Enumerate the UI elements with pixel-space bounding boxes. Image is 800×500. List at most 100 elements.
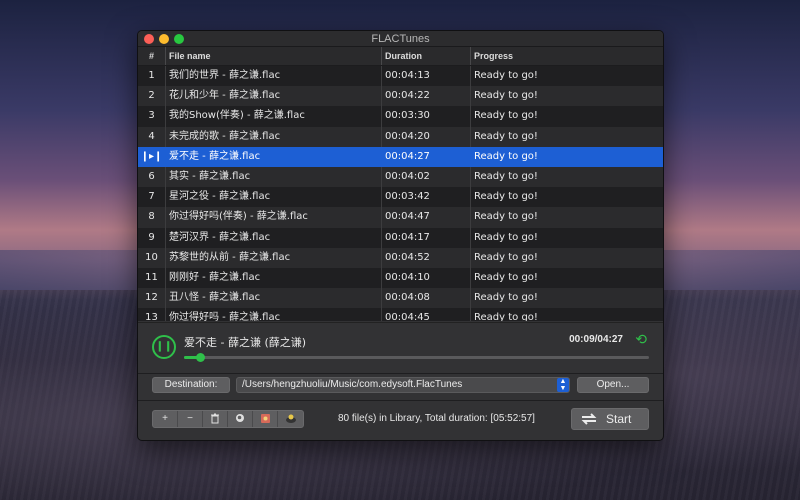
row-number: 1: [148, 70, 155, 81]
row-number: 8: [148, 211, 155, 223]
column-header-number[interactable]: #: [138, 47, 165, 65]
row-progress: Ready to go!: [470, 308, 663, 321]
add-button[interactable]: +: [153, 411, 178, 427]
table-header: # File name Duration Progress: [138, 47, 663, 66]
row-number: 13: [145, 312, 158, 321]
row-file-name: 爱不走 - 薛之谦.flac: [165, 146, 381, 167]
table-row[interactable]: 2 花儿和少年 - 薛之谦.flac 00:04:22 Ready to go!: [138, 86, 663, 107]
row-file-name: 星河之役 - 薛之谦.flac: [165, 187, 381, 208]
row-number: ❙▸❙: [140, 150, 163, 162]
table-row[interactable]: 6 其实 - 薛之谦.flac 00:04:02 Ready to go!: [138, 166, 663, 188]
bottom-toolbar: + − 80 file(s) in Library, Total duratio…: [138, 405, 663, 433]
row-duration: 00:04:27: [381, 146, 470, 167]
row-duration: 00:04:13: [381, 66, 470, 87]
row-file-name: 其实 - 薛之谦.flac: [165, 166, 381, 188]
row-duration: 00:04:02: [381, 166, 470, 188]
remove-button[interactable]: −: [178, 411, 203, 427]
row-duration: 00:04:47: [381, 207, 470, 228]
row-file-name: 苏黎世的从前 - 薛之谦.flac: [165, 247, 381, 268]
library-tool-group: + −: [152, 410, 304, 428]
row-duration: 00:04:20: [381, 126, 470, 147]
table-row[interactable]: ❙▸❙ 爱不走 - 薛之谦.flac 00:04:27 Ready to go!: [138, 146, 663, 167]
table-row[interactable]: 9 楚河汉界 - 薛之谦.flac 00:04:17 Ready to go!: [138, 227, 663, 248]
column-header-file-name[interactable]: File name: [165, 47, 381, 65]
row-file-name: 花儿和少年 - 薛之谦.flac: [165, 86, 381, 107]
app-window: FLACTunes # File name Duration Progress …: [137, 30, 664, 441]
row-file-name: 我的Show(伴奏) - 薛之谦.flac: [165, 106, 381, 127]
row-duration: 00:04:22: [381, 86, 470, 107]
destination-path-select[interactable]: /Users/hengzhuoliu/Music/com.edysoft.Fla…: [236, 377, 570, 393]
row-duration: 00:04:10: [381, 267, 470, 289]
library-info: 80 file(s) in Library, Total duration: […: [338, 413, 535, 424]
row-number: 9: [148, 231, 155, 243]
row-duration: 00:04:52: [381, 247, 470, 268]
table-row[interactable]: 3 我的Show(伴奏) - 薛之谦.flac 00:03:30 Ready to g…: [138, 106, 663, 127]
row-progress: Ready to go!: [470, 86, 663, 107]
row-progress: Ready to go!: [470, 106, 663, 127]
row-file-name: 楚河汉界 - 薛之谦.flac: [165, 227, 381, 248]
table-row[interactable]: 1 我们的世界 - 薛之谦.flac 00:04:13 Ready to go!: [138, 66, 663, 87]
title-bar: FLACTunes: [138, 31, 663, 47]
table-row[interactable]: 4 未完成的歌 - 薛之谦.flac 00:04:20 Ready to go!: [138, 126, 663, 147]
row-progress: Ready to go!: [470, 267, 663, 289]
repeat-icon[interactable]: ⟲: [635, 331, 647, 348]
playback-progress-slider[interactable]: [184, 353, 649, 362]
table-row[interactable]: 13 你过得好吗 - 薛之谦.flac 00:04:45 Ready to go!: [138, 308, 663, 321]
row-number: 7: [148, 191, 155, 203]
row-progress: Ready to go!: [470, 126, 663, 147]
row-progress: Ready to go!: [470, 227, 663, 248]
row-duration: 00:04:08: [381, 288, 470, 309]
file-table[interactable]: 1 我们的世界 - 薛之谦.flac 00:04:13 Ready to go! 2 花儿…: [138, 66, 663, 321]
row-number: 4: [148, 130, 155, 142]
row-progress: Ready to go!: [470, 288, 663, 309]
start-label: Start: [606, 412, 632, 426]
row-number: 2: [148, 90, 155, 102]
row-duration: 00:04:45: [381, 308, 470, 321]
table-row[interactable]: 12 丑八怪 - 薛之谦.flac 00:04:08 Ready to go!: [138, 288, 663, 309]
start-button[interactable]: Start: [571, 408, 649, 430]
row-number: 11: [145, 271, 158, 283]
divider: [138, 373, 663, 374]
row-file-name: 我们的世界 - 薛之谦.flac: [165, 66, 381, 87]
row-number: 3: [148, 110, 155, 122]
search-icon[interactable]: [228, 411, 253, 427]
playback-time: 00:09/04:27: [569, 334, 623, 345]
row-file-name: 丑八怪 - 薛之谦.flac: [165, 288, 381, 309]
table-row[interactable]: 10 苏黎世的从前 - 薛之谦.flac 00:04:52 Ready to go!: [138, 247, 663, 268]
column-header-progress[interactable]: Progress: [470, 47, 663, 65]
column-header-duration[interactable]: Duration: [381, 47, 470, 65]
destination-path-text: /Users/hengzhuoliu/Music/com.edysoft.Fla…: [242, 379, 463, 390]
table-row[interactable]: 11 刚刚好 - 薛之谦.flac 00:04:10 Ready to go!: [138, 267, 663, 289]
row-file-name: 你过得好吗 - 薛之谦.flac: [165, 308, 381, 321]
row-number: 6: [148, 170, 155, 182]
table-row[interactable]: 8 你过得好吗(伴奏) - 薛之谦.flac 00:04:47 Ready to go…: [138, 207, 663, 228]
row-progress: Ready to go!: [470, 66, 663, 87]
row-file-name: 未完成的歌 - 薛之谦.flac: [165, 126, 381, 147]
row-duration: 00:03:30: [381, 106, 470, 127]
player-panel: ❙❙ 爱不走 - 薛之谦 (薛之谦) 00:09/04:27 ⟲: [138, 322, 663, 373]
destination-button[interactable]: Destination:: [152, 377, 230, 393]
open-button[interactable]: Open...: [577, 377, 649, 393]
row-progress: Ready to go!: [470, 247, 663, 268]
row-duration: 00:03:42: [381, 187, 470, 208]
chevron-updown-icon[interactable]: ▲ ▼: [557, 378, 569, 392]
row-number: 10: [145, 251, 158, 263]
pause-button[interactable]: ❙❙: [152, 335, 176, 359]
row-progress: Ready to go!: [470, 166, 663, 188]
row-duration: 00:04:17: [381, 227, 470, 248]
row-progress: Ready to go!: [470, 207, 663, 228]
artwork-icon[interactable]: [253, 411, 278, 427]
playback-progress-knob[interactable]: [195, 353, 205, 362]
divider: [138, 400, 663, 401]
convert-icon: [581, 413, 597, 425]
now-playing-title: 爱不走 - 薛之谦 (薛之谦): [184, 336, 307, 349]
tag-editor-icon[interactable]: [278, 411, 303, 427]
destination-row: Destination: /Users/hengzhuoliu/Music/co…: [138, 375, 663, 397]
trash-icon[interactable]: [203, 411, 228, 427]
row-progress: Ready to go!: [470, 187, 663, 208]
row-number: 12: [145, 292, 158, 304]
row-file-name: 刚刚好 - 薛之谦.flac: [165, 267, 381, 289]
row-progress: Ready to go!: [470, 146, 663, 167]
window-title: FLACTunes: [371, 33, 430, 45]
table-row[interactable]: 7 星河之役 - 薛之谦.flac 00:03:42 Ready to go!: [138, 187, 663, 208]
